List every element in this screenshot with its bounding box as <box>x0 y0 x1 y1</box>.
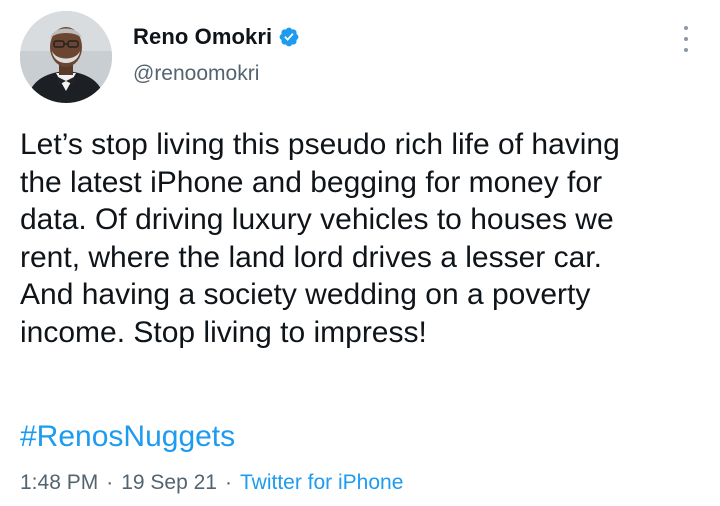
user-handle[interactable]: @renoomokri <box>133 62 259 86</box>
hashtag-link[interactable]: #RenosNuggets <box>20 420 235 454</box>
user-name-row: Reno Omokri <box>133 22 300 52</box>
tweet-source-link[interactable]: Twitter for iPhone <box>240 471 403 495</box>
avatar[interactable] <box>20 11 112 103</box>
tweet-text-line: data. Of driving luxury vehicles to hous… <box>20 203 614 236</box>
avatar-image <box>20 11 112 103</box>
more-options-icon[interactable] <box>676 26 696 52</box>
separator-dot: · <box>224 471 232 494</box>
display-name[interactable]: Reno Omokri <box>133 24 272 50</box>
tweet-text-line: rent, where the land lord drives a lesse… <box>20 240 602 274</box>
tweet-text-line: Let’s stop living this pseudo rich life … <box>20 128 620 161</box>
tweet-metadata: 1:48 PM · 19 Sep 21 · Twitter for iPhone <box>20 471 403 495</box>
tweet-text-line: income. Stop living to impress! <box>20 315 427 349</box>
separator-dot: · <box>106 471 114 494</box>
tweet-text-line: And having a society wedding on a povert… <box>20 278 591 311</box>
tweet-time[interactable]: 1:48 PM <box>20 471 98 495</box>
tweet: Reno Omokri @renoomokri Let’s stop livin… <box>0 0 720 506</box>
tweet-date[interactable]: 19 Sep 21 <box>121 471 217 495</box>
tweet-text: Let’s stop living this pseudo rich life … <box>20 126 710 351</box>
verified-badge-icon <box>278 26 300 48</box>
tweet-text-line: the latest iPhone and begging for money … <box>20 165 603 199</box>
